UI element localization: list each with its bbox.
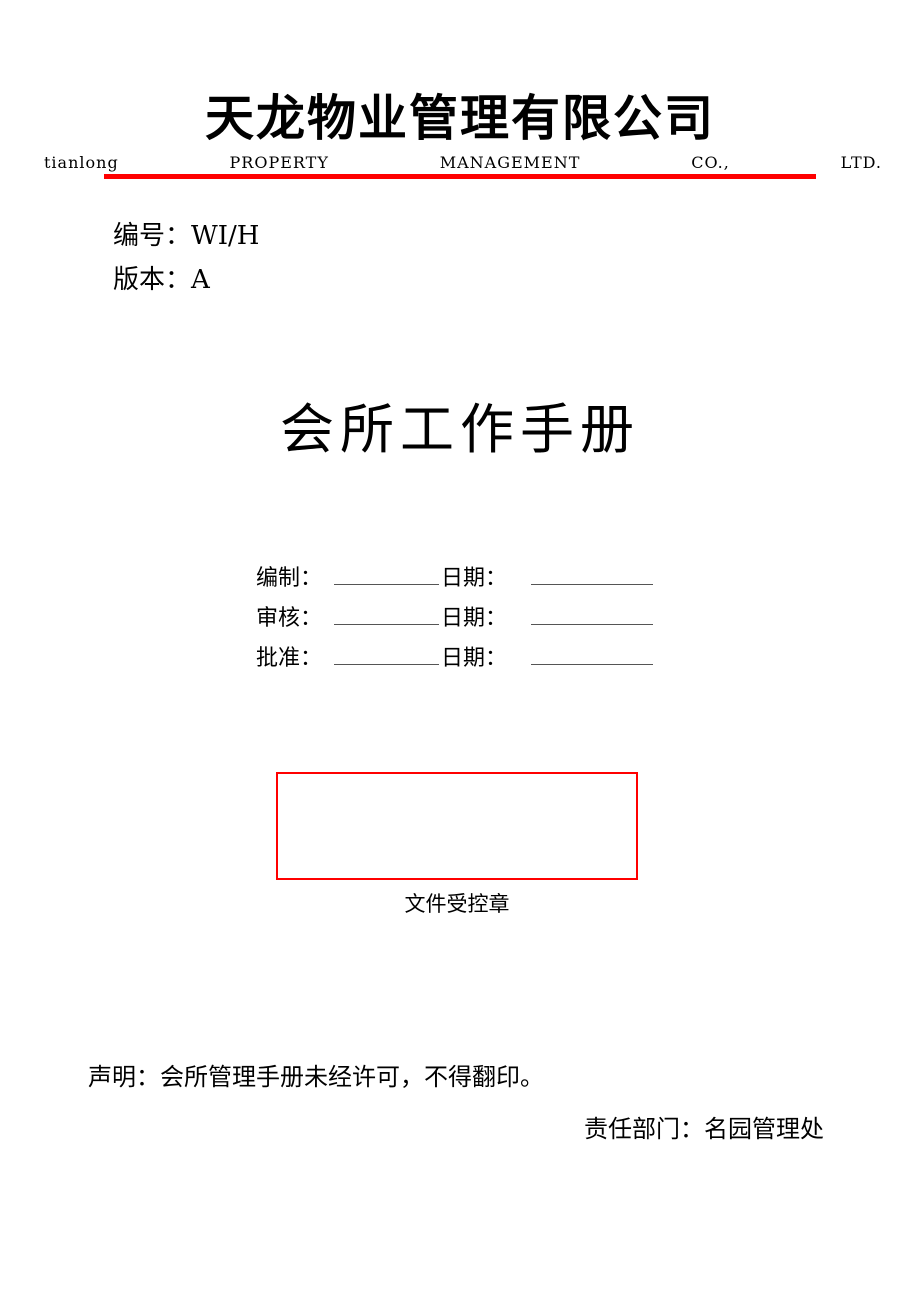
reviewed-by-field[interactable]	[334, 602, 439, 625]
signature-row-approved: 批准： 日期：	[256, 640, 654, 680]
approved-by-label: 批准：	[256, 646, 323, 671]
approved-date-label: 日期：	[441, 646, 508, 671]
approved-by-field[interactable]	[334, 642, 439, 665]
prepared-date-label: 日期：	[441, 566, 508, 591]
approved-date-field[interactable]	[531, 642, 654, 665]
company-name-english-word-2: PROPERTY	[229, 153, 329, 172]
reviewed-date-label: 日期：	[441, 606, 508, 631]
company-name-english-word-5: LTD.	[840, 153, 882, 172]
header-red-rule	[104, 174, 816, 179]
letterhead: 天龙物业管理有限公司 tianlong PROPERTY MANAGEMENT …	[0, 88, 920, 179]
prepared-by-field[interactable]	[334, 562, 439, 585]
prepared-by-label: 编制：	[256, 566, 323, 591]
document-page: 天龙物业管理有限公司 tianlong PROPERTY MANAGEMENT …	[0, 0, 920, 1302]
document-version-value: A	[191, 265, 210, 295]
company-name-chinese: 天龙物业管理有限公司	[204, 90, 715, 147]
company-name-english-word-1: tianlong	[44, 153, 119, 172]
company-name-english-word-3: MANAGEMENT	[439, 153, 581, 172]
signature-block: 编制： 日期： 审核： 日期： 批准： 日期：	[256, 560, 654, 680]
document-code-value: WI/H	[191, 221, 260, 251]
prepared-date-field[interactable]	[531, 562, 654, 585]
copyright-statement: 声明：会所管理手册未经许可，不得翻印。	[88, 1063, 544, 1091]
document-version-label: 版本：	[113, 265, 192, 295]
document-code-row: 编号：WI/H	[113, 214, 259, 258]
page-title: 会所工作手册	[280, 398, 640, 461]
company-name-english-word-4: CO.,	[691, 153, 730, 172]
controlled-stamp-caption: 文件受控章	[404, 892, 510, 916]
document-version-row: 版本：A	[113, 258, 259, 302]
signature-row-reviewed: 审核： 日期：	[256, 600, 654, 640]
signature-row-prepared: 编制： 日期：	[256, 560, 654, 600]
reviewed-by-label: 审核：	[256, 606, 323, 631]
company-name-english: tianlong PROPERTY MANAGEMENT CO., LTD.	[0, 153, 920, 173]
responsible-department: 责任部门：名园管理处	[584, 1115, 824, 1143]
document-meta: 编号：WI/H 版本：A	[113, 214, 259, 302]
reviewed-date-field[interactable]	[531, 602, 654, 625]
document-code-label: 编号：	[113, 221, 192, 251]
controlled-stamp-box[interactable]	[276, 772, 638, 880]
